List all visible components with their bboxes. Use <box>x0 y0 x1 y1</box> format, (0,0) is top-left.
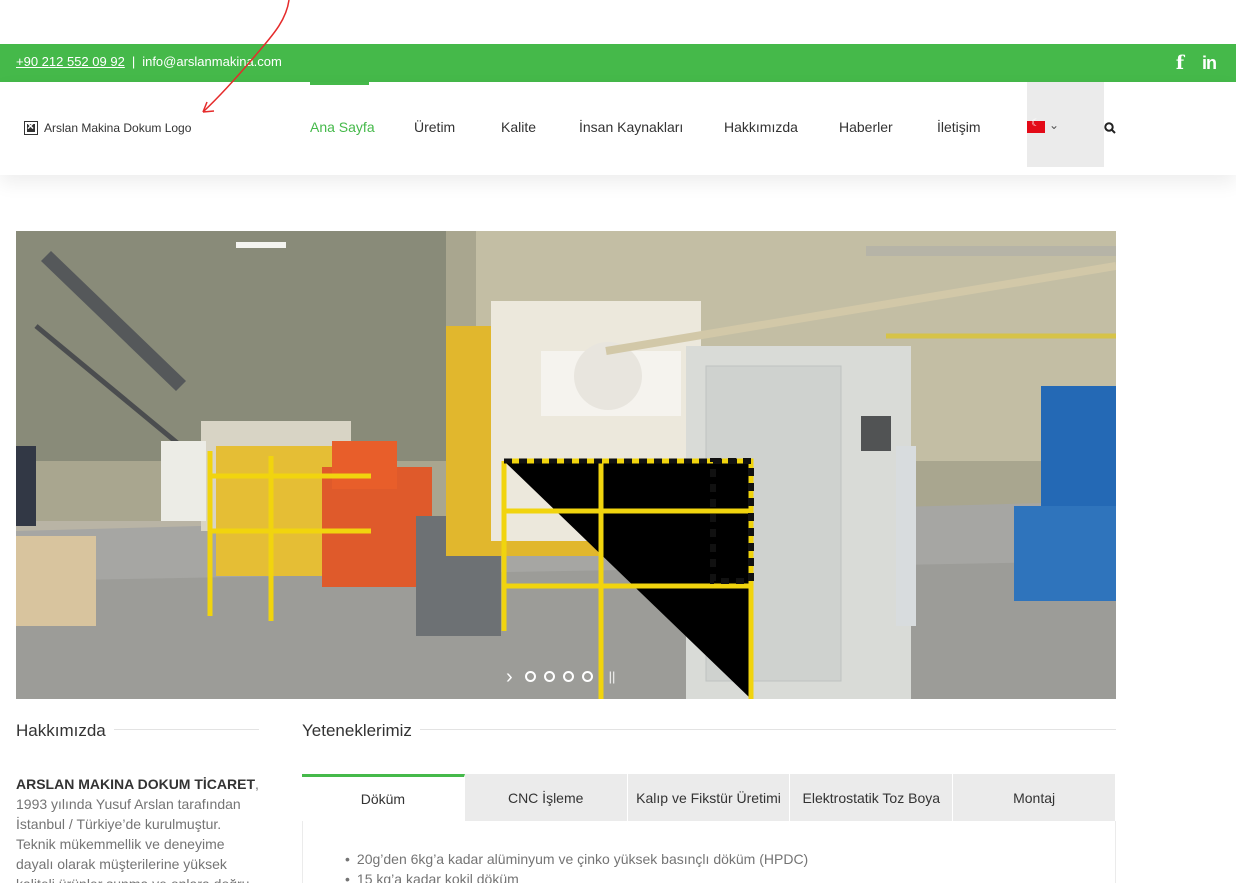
top-contact-bar: +90 212 552 09 92 | info@arslanmakina.co… <box>0 44 1236 82</box>
about-description: , 1993 yılında Yusuf Arslan tarafından İ… <box>16 776 259 883</box>
social-links: f in <box>1176 52 1217 74</box>
facebook-icon[interactable]: f <box>1176 52 1184 74</box>
contact-separator: | <box>131 54 136 69</box>
tab-mold-fixture[interactable]: Kalıp ve Fikstür Üretimi <box>627 774 791 821</box>
chevron-down-icon: ⌄ <box>1049 118 1060 132</box>
slider-pause-icon[interactable]: || <box>609 669 616 684</box>
slide-dot-2[interactable] <box>543 671 555 682</box>
nav-production[interactable]: Üretim <box>414 119 455 135</box>
slide-dot-3[interactable] <box>562 671 574 682</box>
active-nav-indicator <box>310 82 369 85</box>
tab-casting[interactable]: Döküm <box>302 774 465 821</box>
tab-cnc-machining[interactable]: CNC İşleme <box>464 774 628 821</box>
list-item: 20g’den 6kg’a kadar alüminyum ve çinko y… <box>345 849 808 869</box>
tab-powder-coating[interactable]: Elektrostatik Toz Boya <box>790 774 954 821</box>
linkedin-icon[interactable]: in <box>1202 53 1217 74</box>
tab-assembly[interactable]: Montaj <box>953 774 1116 821</box>
nav-about[interactable]: Hakkımızda <box>724 119 798 135</box>
about-heading: Hakkımızda <box>16 721 106 740</box>
about-text: ARSLAN MAKINA DOKUM TİCARET, 1993 yılınd… <box>16 774 259 883</box>
casting-tab-panel: 20g’den 6kg’a kadar alüminyum ve çinko y… <box>302 821 1116 883</box>
nav-contact[interactable]: İletişim <box>937 119 981 135</box>
capabilities-tabs: Döküm CNC İşleme Kalıp ve Fikstür Üretim… <box>302 774 1116 821</box>
factory-machinery-image <box>16 231 1116 699</box>
capabilities-section: Yeteneklerimiz <box>302 721 1116 741</box>
casting-capability-list: 20g’den 6kg’a kadar alüminyum ve çinko y… <box>345 849 808 883</box>
slide-dot-1[interactable] <box>524 671 536 682</box>
slider-controls: › || <box>506 667 616 687</box>
company-name: ARSLAN MAKINA DOKUM TİCARET <box>16 776 256 792</box>
list-item: 15 kg’a kadar kokil döküm <box>345 869 808 883</box>
nav-human-resources[interactable]: İnsan Kaynakları <box>579 119 683 135</box>
about-section: Hakkımızda ARSLAN MAKINA DOKUM TİCARET, … <box>16 721 259 883</box>
nav-home[interactable]: Ana Sayfa <box>310 119 375 135</box>
nav-news[interactable]: Haberler <box>839 119 893 135</box>
capabilities-heading-divider <box>420 729 1116 730</box>
main-navigation: Ana Sayfa Üretim Kalite İnsan Kaynakları… <box>0 82 1236 175</box>
main-header: Arslan Makina Dokum Logo Ana Sayfa Üreti… <box>0 82 1236 175</box>
contact-info: +90 212 552 09 92 | info@arslanmakina.co… <box>16 54 282 69</box>
search-icon[interactable] <box>1104 122 1116 134</box>
turkey-flag-icon <box>1027 118 1045 133</box>
about-heading-divider <box>114 729 259 730</box>
hero-slider: › || <box>16 231 1116 699</box>
slide-dot-4[interactable] <box>581 671 593 682</box>
nav-quality[interactable]: Kalite <box>501 119 536 135</box>
phone-link[interactable]: +90 212 552 09 92 <box>16 54 125 69</box>
capabilities-heading: Yeteneklerimiz <box>302 721 412 740</box>
language-switcher[interactable]: ⌄ <box>1027 82 1104 167</box>
email-link[interactable]: info@arslanmakina.com <box>142 54 282 69</box>
slider-next-icon[interactable]: › <box>506 667 513 687</box>
